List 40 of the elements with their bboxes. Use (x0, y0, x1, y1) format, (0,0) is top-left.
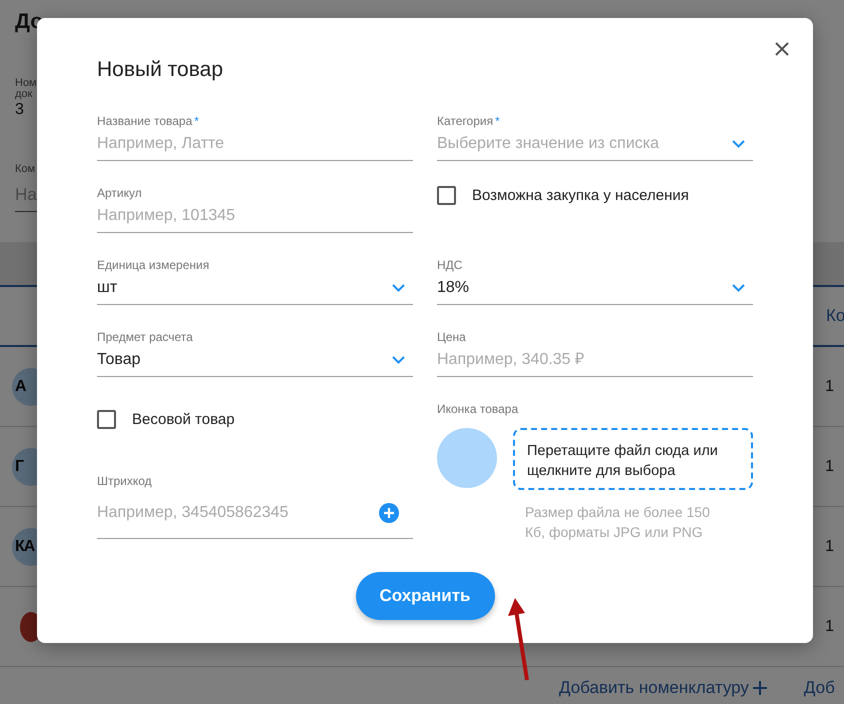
checkbox-label: Возможна закупка у населения (472, 186, 689, 205)
close-icon[interactable] (775, 42, 789, 56)
field-label: Штрихкод (97, 474, 152, 488)
checkbox-label: Весовой товар (132, 410, 235, 429)
quantity-cell: 1 (825, 458, 834, 476)
field-label: Название товара (97, 114, 192, 128)
field-label: Предмет расчета (97, 330, 193, 344)
field-label: Категория (437, 114, 494, 128)
required-mark: * (194, 114, 199, 128)
text-field[interactable]: Например, 340.35 ₽ (437, 344, 745, 376)
field-label: Цена (437, 330, 466, 344)
quantity-cell: 1 (825, 618, 834, 636)
checkbox[interactable] (437, 186, 456, 205)
dropdown-field[interactable]: Выберите значение из списка (437, 128, 724, 160)
field-label: Единица измерения (97, 258, 210, 272)
dropdown-field[interactable]: Товар (97, 344, 384, 376)
dialog-title: Новый товар (97, 57, 223, 83)
file-dropzone[interactable]: Перетащите файл сюда или щелкните для выбора (513, 428, 753, 490)
checkbox[interactable] (97, 410, 116, 429)
chevron-down-icon[interactable] (732, 284, 745, 292)
required-mark: * (495, 114, 500, 128)
chevron-down-icon[interactable] (732, 140, 745, 148)
dropdown-field[interactable]: 18% (437, 272, 724, 304)
barcode-field[interactable]: Например, 345405862345 (97, 488, 371, 538)
field-label: Ном док (15, 78, 37, 100)
chevron-down-icon[interactable] (392, 356, 405, 364)
field-value: 3 (15, 100, 25, 120)
quantity-cell: 1 (825, 378, 834, 396)
text-field[interactable]: Например, 101345 (97, 200, 405, 232)
dropdown-field[interactable]: шт (97, 272, 384, 304)
chevron-down-icon[interactable] (392, 284, 405, 292)
text-field[interactable]: Например, Латте (97, 128, 405, 160)
plus-icon[interactable] (752, 681, 767, 695)
field-label: Иконка товара (437, 402, 518, 416)
field-label: Артикул (97, 186, 142, 200)
quantity-cell: 1 (825, 538, 834, 556)
add-circle-icon[interactable] (379, 503, 399, 523)
upload-hint: Размер файла не более 150 Кб, форматы JPG или PNG (524, 503, 711, 542)
field-label: НДС (437, 258, 462, 272)
field-label: Ком (15, 162, 36, 176)
